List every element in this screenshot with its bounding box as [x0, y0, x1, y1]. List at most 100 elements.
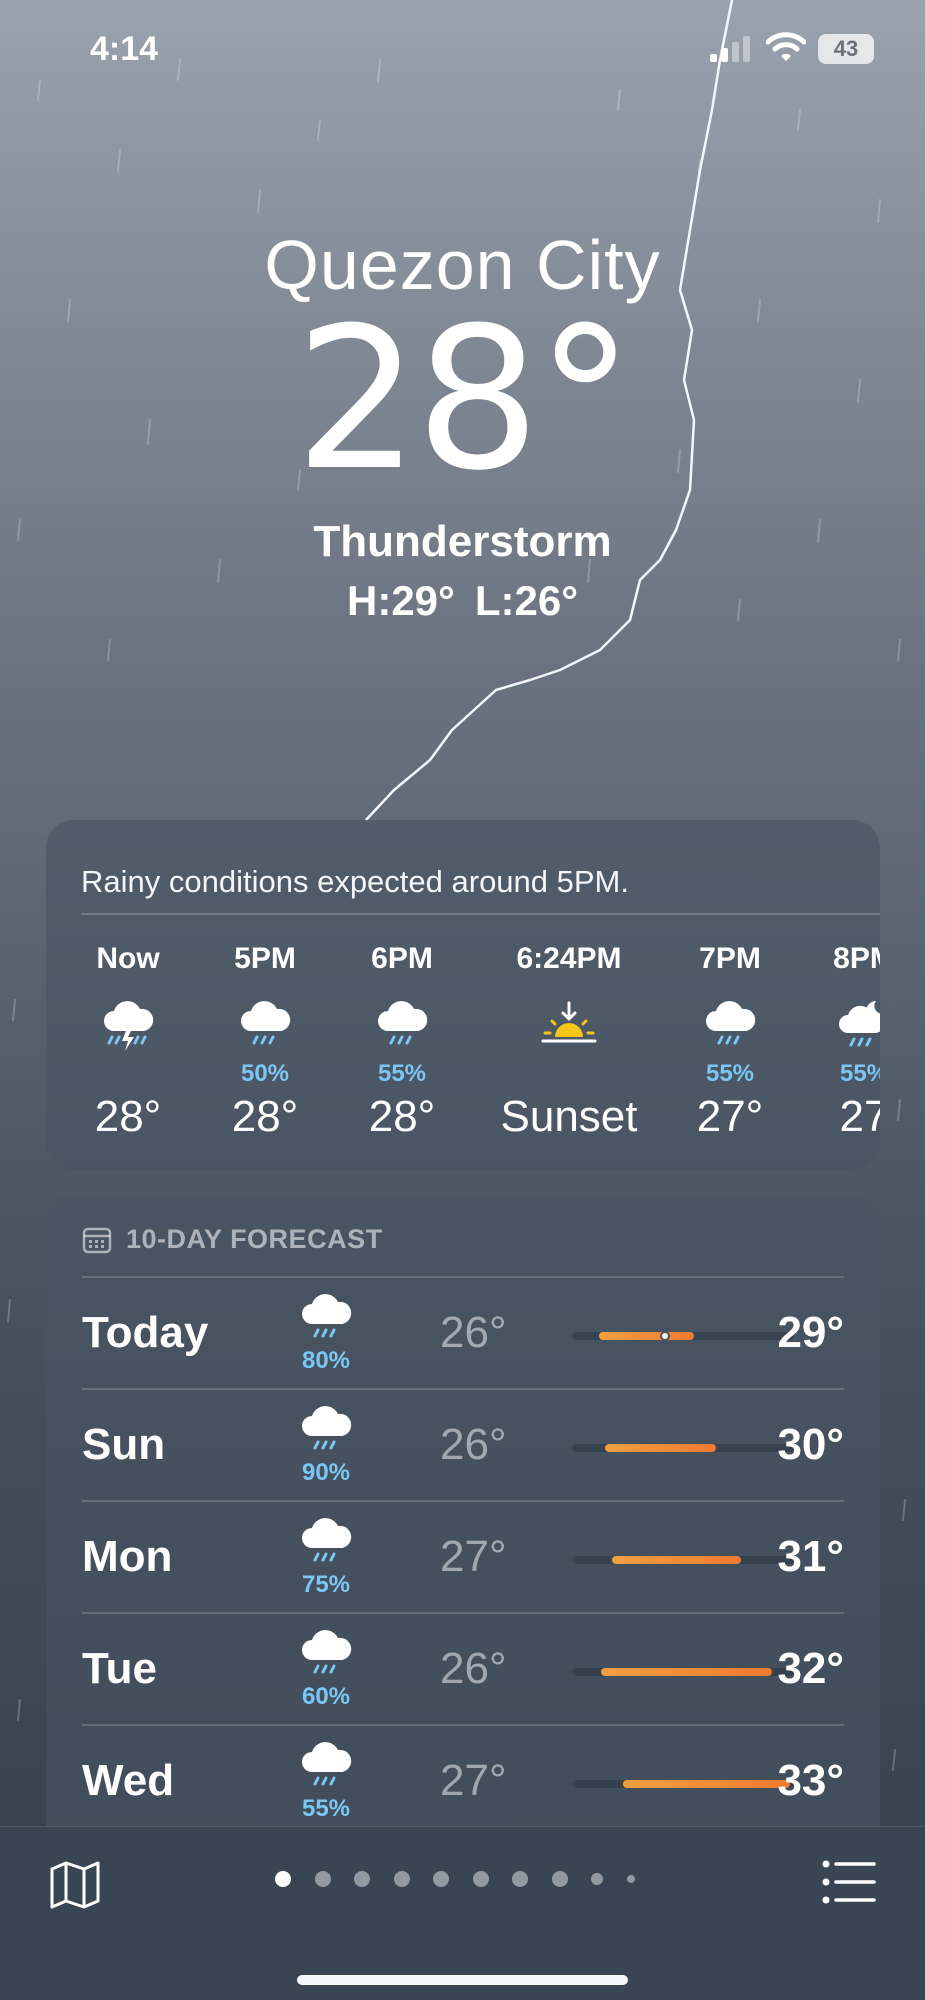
- wifi-icon: [766, 32, 806, 61]
- high-temp: H:29°: [347, 577, 455, 624]
- page-dot[interactable]: [551, 1871, 568, 1887]
- forecast-low: 26°: [440, 1308, 507, 1357]
- battery-indicator: 43: [818, 34, 874, 64]
- forecast-precip: 75%: [301, 1571, 351, 1598]
- forecast-high: 29°: [777, 1308, 844, 1357]
- hourly-forecast-card[interactable]: Rainy conditions expected around 5PM. No…: [46, 820, 880, 1170]
- hour-temp: Sunset: [500, 1092, 638, 1141]
- forecast-day: Wed: [82, 1756, 175, 1805]
- thunderstorm-icon: [104, 1001, 154, 1051]
- hour-time: 6:24PM: [516, 942, 622, 975]
- forecast-precip: 90%: [301, 1459, 351, 1486]
- hour-precip: [469, 1060, 669, 1088]
- forecast-low: 26°: [440, 1644, 507, 1693]
- map-icon[interactable]: [48, 1857, 102, 1911]
- rain-icon: [378, 1001, 428, 1045]
- hour-time: 5PM: [234, 942, 296, 975]
- hour-precip: 50%: [240, 1060, 290, 1087]
- temperature-range-bar: [572, 1556, 794, 1564]
- forecast-high: 32°: [777, 1644, 844, 1693]
- hour-precip: [58, 1060, 198, 1088]
- hour-time: 6PM: [371, 942, 433, 975]
- ten-day-forecast-card[interactable]: 10-DAY FORECAST Today 80% 26° 29° Sun 90…: [46, 1196, 880, 1836]
- forecast-row[interactable]: Tue 60% 26° 32°: [82, 1612, 844, 1724]
- divider: [81, 913, 880, 915]
- forecast-high: 30°: [777, 1420, 844, 1469]
- forecast-day: Tue: [82, 1644, 157, 1693]
- hour-precip: 55%: [377, 1060, 427, 1087]
- forecast-precip: 55%: [301, 1795, 351, 1822]
- page-dot[interactable]: [354, 1871, 370, 1887]
- forecast-day: Mon: [82, 1532, 173, 1581]
- temperature-range-fill: [623, 1780, 790, 1788]
- status-bar: 4:14 43: [0, 0, 925, 100]
- forecast-header-label: 10-DAY FORECAST: [126, 1224, 383, 1254]
- page-dot[interactable]: [472, 1871, 489, 1887]
- current-condition: Thunderstorm: [313, 517, 612, 566]
- rain-icon: [302, 1630, 352, 1674]
- list-icon[interactable]: [822, 1859, 876, 1905]
- rain-icon: [302, 1406, 352, 1450]
- temperature-range-fill: [605, 1444, 717, 1452]
- rain-icon: [706, 1001, 756, 1045]
- temperature-range-fill: [600, 1668, 772, 1676]
- page-dot[interactable]: [393, 1871, 410, 1887]
- page-dot[interactable]: [275, 1871, 291, 1887]
- forecast-day: Today: [82, 1308, 209, 1357]
- rain-icon: [302, 1294, 352, 1338]
- page-dot[interactable]: [591, 1873, 603, 1885]
- forecast-precip: 80%: [301, 1347, 351, 1374]
- rain-icon: [302, 1518, 352, 1562]
- current-weather: Quezon City 28° Thunderstorm H:29° L:26°: [0, 225, 925, 625]
- hour-temp: 27: [839, 1092, 880, 1141]
- temperature-range-bar: [572, 1780, 794, 1788]
- temperature-range-bar: [572, 1444, 794, 1452]
- forecast-row[interactable]: Mon 75% 27° 31°: [82, 1500, 844, 1612]
- forecast-row[interactable]: Today 80% 26° 29°: [82, 1276, 844, 1388]
- cellular-signal-icon: [710, 36, 750, 62]
- page-dot[interactable]: [433, 1871, 449, 1887]
- temperature-range-bar: [572, 1668, 794, 1676]
- status-time: 4:14: [90, 30, 159, 68]
- hour-time: 8PM: [833, 942, 880, 975]
- temperature-range-fill: [598, 1332, 695, 1340]
- page-dot[interactable]: [314, 1871, 331, 1887]
- forecast-high: 31°: [777, 1532, 844, 1581]
- page-dot[interactable]: [626, 1875, 635, 1883]
- forecast-row[interactable]: Wed 55% 27° 33°: [82, 1724, 844, 1836]
- hourly-item: 5PM 50% 28°: [195, 942, 335, 1142]
- hourly-item: 7PM 55% 27°: [660, 942, 800, 1142]
- hour-temp: 27°: [696, 1092, 764, 1141]
- forecast-low: 26°: [440, 1420, 507, 1469]
- hourly-item: 6:24PM Sunset: [469, 942, 669, 1142]
- hour-temp: 28°: [231, 1092, 299, 1141]
- forecast-low: 27°: [440, 1756, 507, 1805]
- hourly-item: 6PM 55% 28°: [332, 942, 472, 1142]
- bottom-toolbar: [0, 1826, 925, 2000]
- temperature-range-bar: [572, 1331, 794, 1341]
- rain-icon: [241, 1001, 291, 1045]
- hour-temp: 28°: [94, 1092, 162, 1141]
- page-indicator[interactable]: [275, 1871, 658, 1887]
- low-temp: L:26°: [474, 577, 578, 624]
- forecast-low: 27°: [440, 1532, 507, 1581]
- home-indicator[interactable]: [297, 1975, 628, 1985]
- current-temperature: 28°: [294, 286, 634, 514]
- hour-time: Now: [96, 942, 160, 975]
- high-low: H:29° L:26°: [0, 577, 925, 625]
- hourly-item: Now 28°: [58, 942, 198, 1142]
- hour-precip: 55%: [705, 1060, 755, 1087]
- rain-icon: [302, 1742, 352, 1786]
- forecast-precip: 60%: [301, 1683, 351, 1710]
- forecast-row[interactable]: Sun 90% 26° 30°: [82, 1388, 844, 1500]
- calendar-icon: [82, 1227, 112, 1253]
- forecast-header: 10-DAY FORECAST: [82, 1224, 383, 1255]
- forecast-day: Sun: [82, 1420, 166, 1469]
- hour-temp: 28°: [368, 1092, 436, 1141]
- page-dot[interactable]: [512, 1871, 528, 1887]
- partly-cloudy-rain-night-icon: [839, 1001, 880, 1047]
- forecast-high: 33°: [777, 1756, 844, 1805]
- hour-precip: 55%: [839, 1060, 880, 1087]
- hourly-item: 8PM 55% 27: [794, 942, 880, 1142]
- temperature-range-fill: [611, 1556, 741, 1564]
